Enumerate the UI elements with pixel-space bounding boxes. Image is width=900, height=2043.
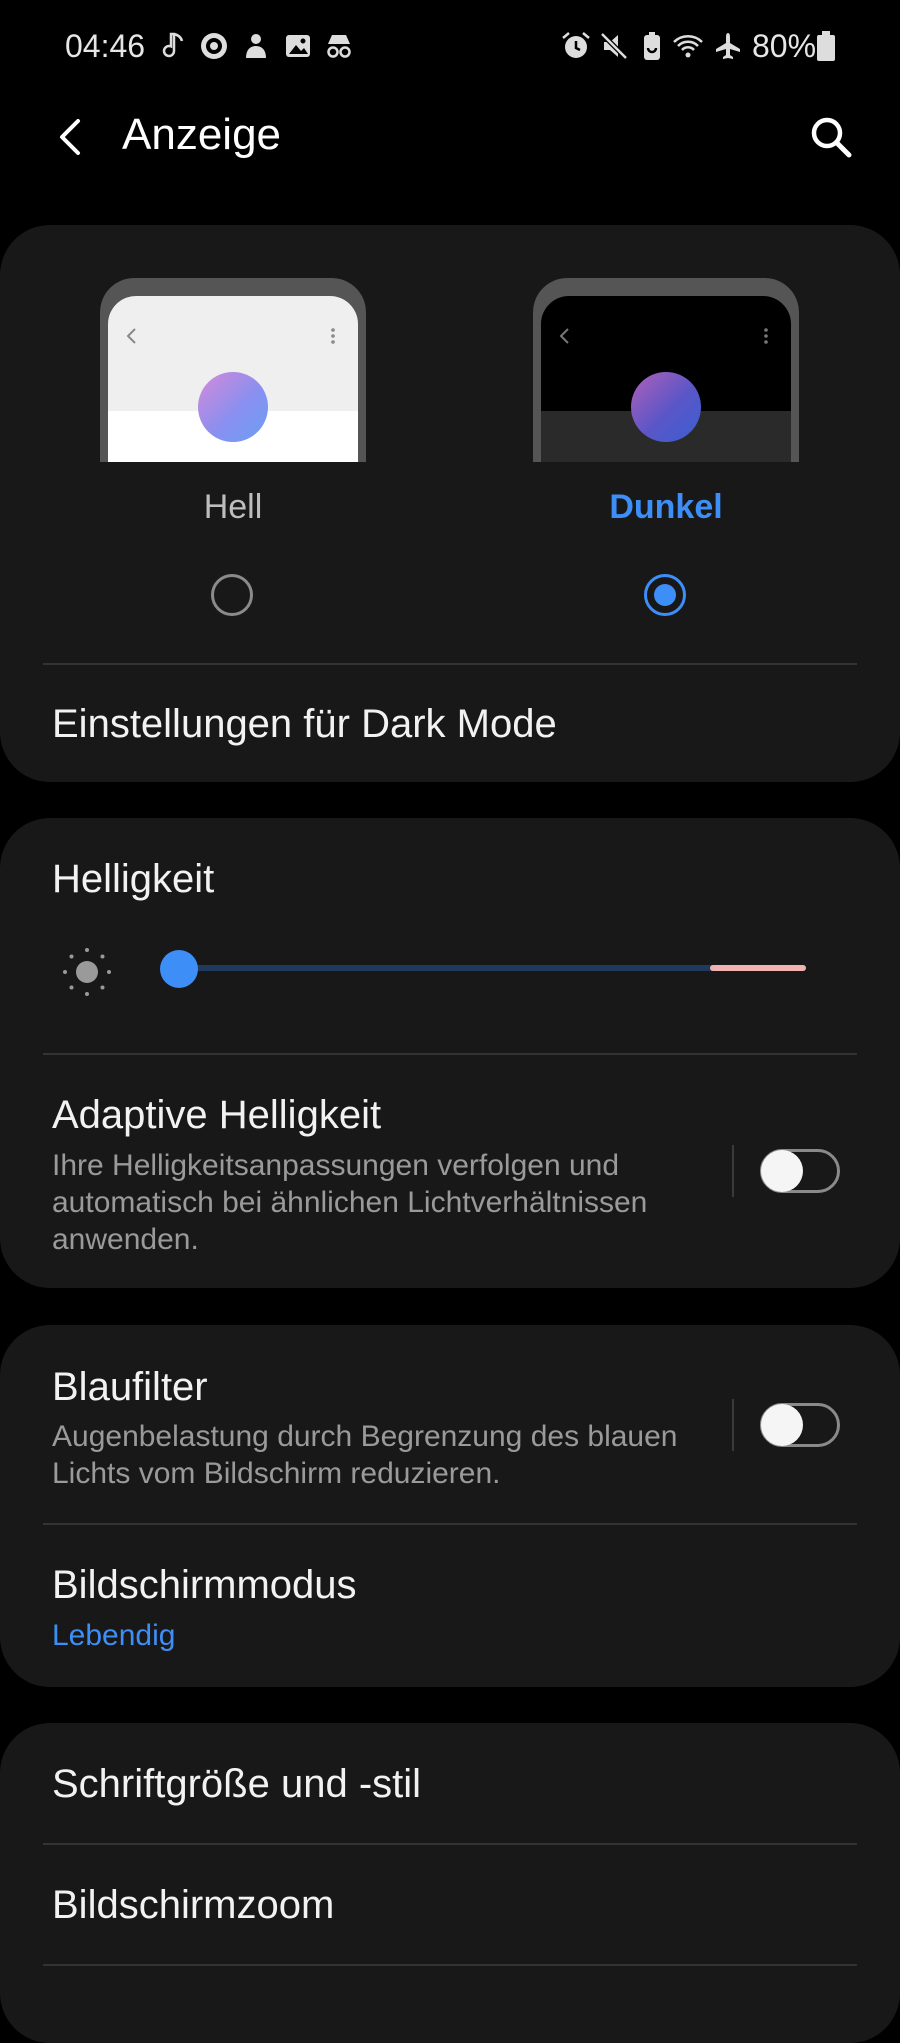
light-theme-label: Hell [203, 488, 263, 526]
battery-saver-icon [644, 32, 660, 60]
adaptive-brightness-toggle[interactable] [760, 1149, 840, 1193]
mute-icon [600, 32, 628, 60]
divider [43, 1843, 857, 1845]
adaptive-brightness-description: Ihre Helligkeitsanpassungen verfolgen un… [52, 1149, 648, 1256]
music-note-icon [162, 32, 184, 58]
preview-back-icon [559, 328, 569, 344]
preview-menu-icon [331, 328, 335, 344]
screen-mode-value: Lebendig [52, 1619, 176, 1652]
toggle-knob [761, 1150, 803, 1192]
preview-circle [198, 372, 268, 442]
blue-filter-description: Augenbelastung durch Begrenzung des blau… [52, 1420, 678, 1490]
brightness-sun-icon [63, 948, 111, 996]
airplane-icon [716, 33, 740, 59]
bell-person-icon [246, 34, 266, 58]
wifi-icon [673, 35, 703, 58]
incognito-icon [327, 35, 351, 58]
screen-mode-label: Bildschirmmodus [52, 1563, 357, 1607]
screen-zoom-item[interactable]: Bildschirmzoom [52, 1883, 334, 1928]
divider [43, 663, 857, 665]
brightness-slider-warning-zone [710, 965, 806, 971]
blue-filter-label: Blaufilter [52, 1365, 208, 1409]
alarm-icon [562, 32, 590, 58]
status-time: 04:46 [65, 28, 146, 64]
dark-theme-radio[interactable] [644, 574, 686, 616]
light-theme-radio[interactable] [211, 574, 253, 616]
search-icon[interactable] [808, 114, 854, 160]
toggle-separator [732, 1399, 734, 1451]
toggle-knob [761, 1404, 803, 1446]
font-size-style-item[interactable]: Schriftgröße und -stil [52, 1762, 421, 1807]
preview-back-icon [126, 328, 136, 344]
preview-circle [631, 372, 701, 442]
light-theme-preview[interactable] [100, 278, 366, 462]
dark-mode-settings-item[interactable]: Einstellungen für Dark Mode [52, 702, 557, 747]
back-arrow-icon[interactable] [50, 115, 94, 159]
adaptive-brightness-label: Adaptive Helligkeit [52, 1093, 382, 1137]
record-icon [201, 33, 227, 59]
dark-theme-label: Dunkel [609, 488, 723, 526]
blue-filter-toggle[interactable] [760, 1403, 840, 1447]
battery-icon [817, 31, 835, 61]
preview-menu-icon [764, 328, 768, 344]
page-title: Anzeige [122, 110, 282, 159]
status-bar: 04:46 80% [0, 0, 900, 92]
gallery-icon [286, 35, 310, 57]
battery-percentage: 80% [752, 28, 817, 64]
divider [43, 1964, 857, 1966]
brightness-label: Helligkeit [52, 857, 215, 901]
toggle-separator [732, 1145, 734, 1197]
brightness-slider-thumb[interactable] [160, 950, 198, 988]
dark-theme-preview[interactable] [533, 278, 799, 462]
